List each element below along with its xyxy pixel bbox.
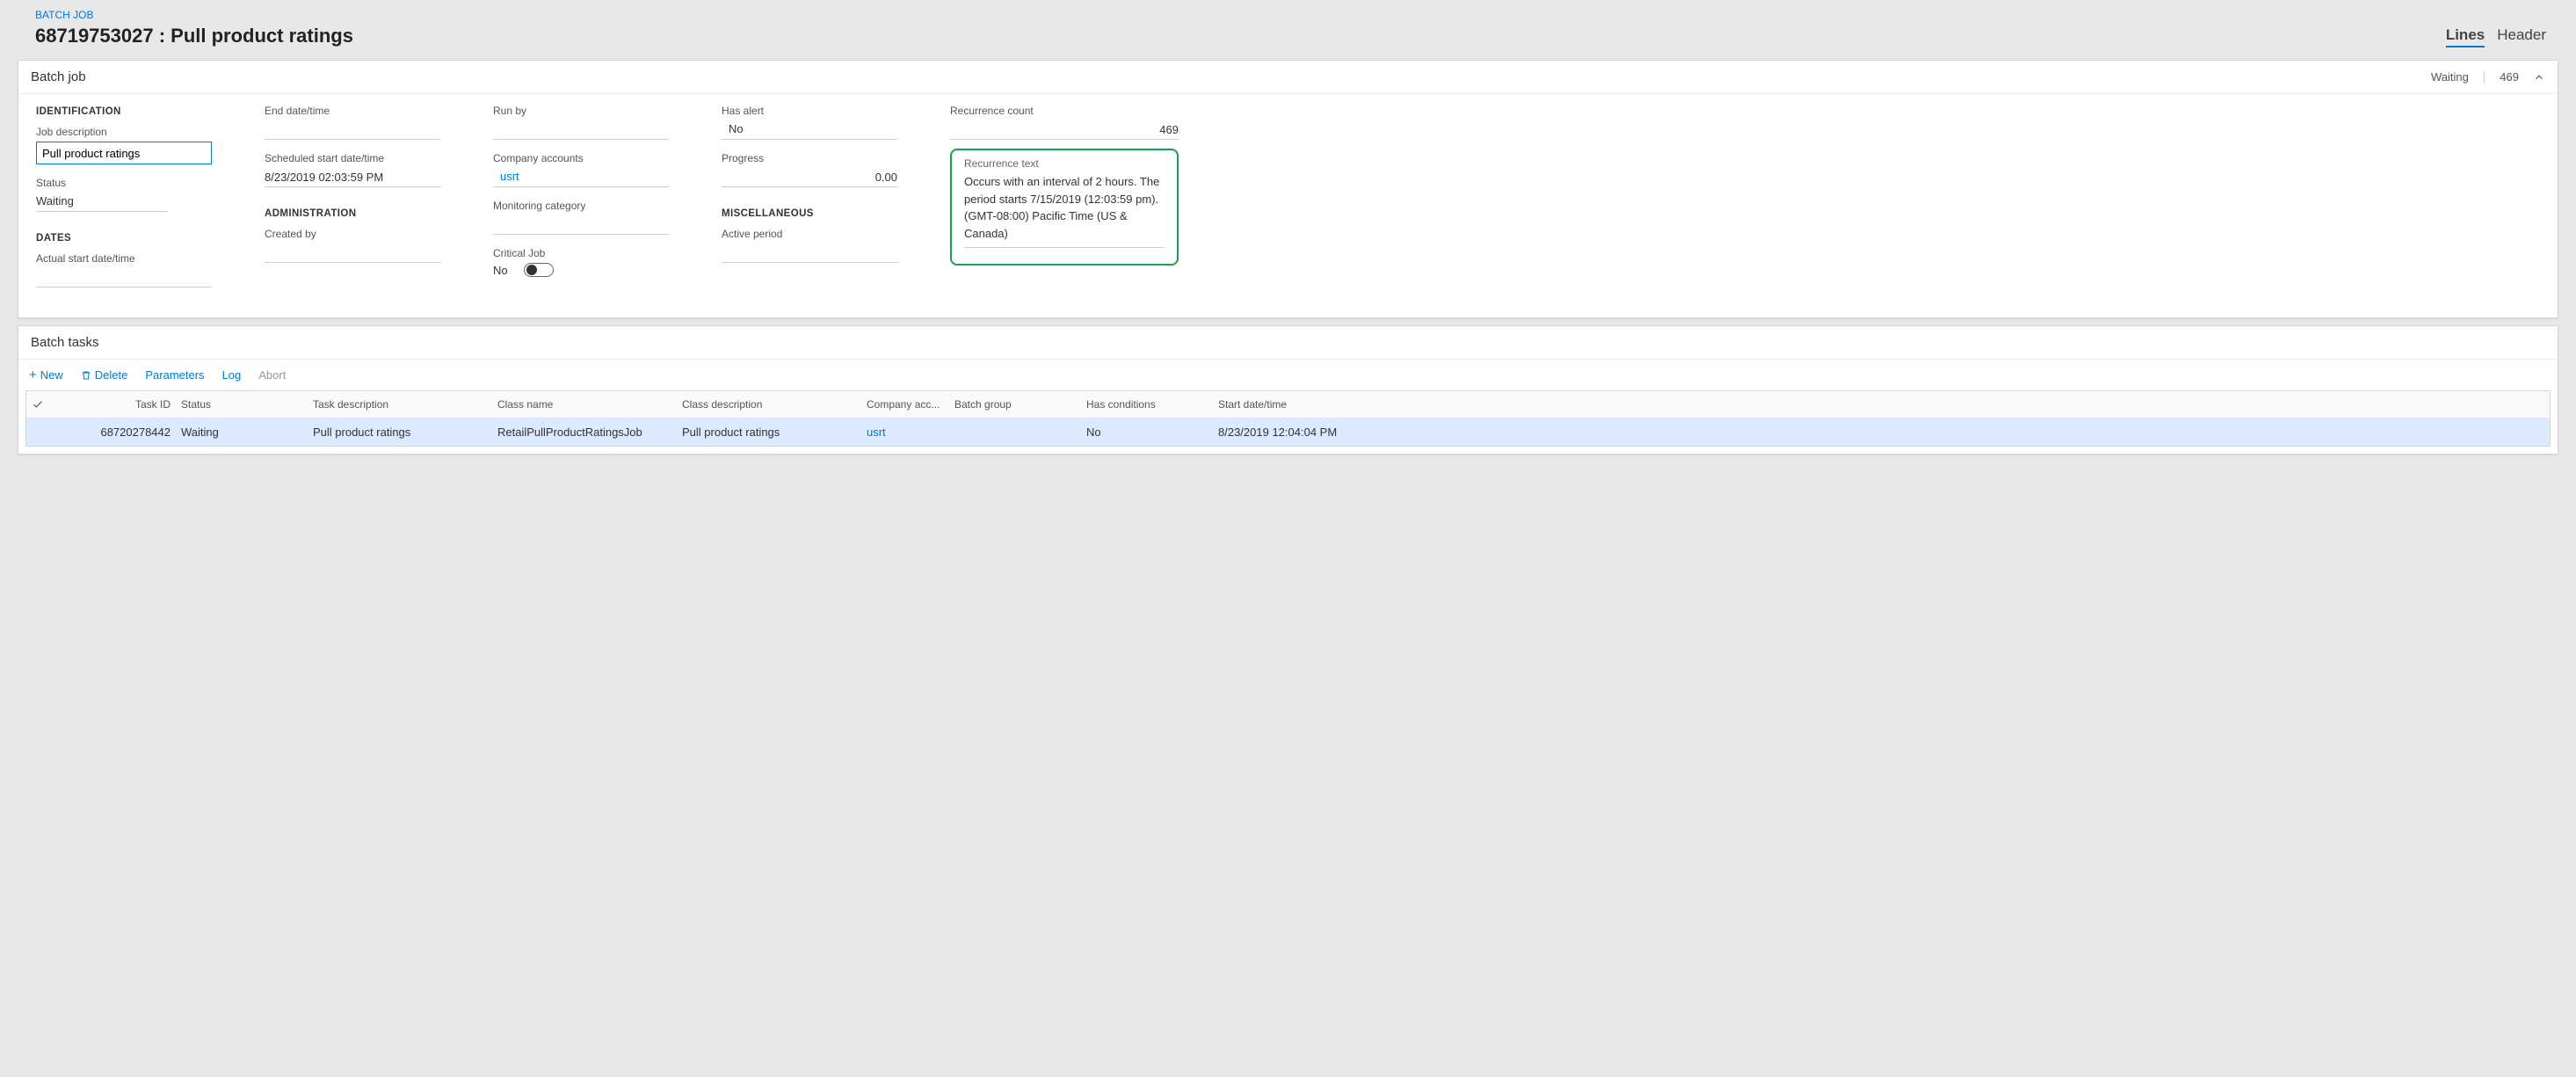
- monitoring-category-input[interactable]: [493, 215, 669, 235]
- monitoring-category-label: Monitoring category: [493, 200, 669, 212]
- run-by-label: Run by: [493, 105, 669, 117]
- plus-icon: +: [29, 368, 37, 382]
- cell-company[interactable]: usrt: [861, 418, 949, 446]
- has-alert-label: Has alert: [722, 105, 897, 117]
- col-taskid[interactable]: Task ID: [62, 391, 176, 418]
- identification-heading: IDENTIFICATION: [36, 106, 212, 117]
- company-accounts-value[interactable]: usrt: [493, 168, 669, 187]
- active-period-label: Active period: [722, 228, 897, 240]
- company-accounts-label: Company accounts: [493, 152, 669, 164]
- abort-button: Abort: [258, 368, 286, 382]
- actual-start-input[interactable]: [36, 268, 212, 287]
- critical-job-toggle[interactable]: [524, 263, 554, 277]
- filter-icon[interactable]: [943, 399, 944, 410]
- col-hascond[interactable]: Has conditions: [1081, 391, 1213, 418]
- batch-job-card: Batch job Waiting | 469 IDENTIFICATION J…: [18, 60, 2558, 318]
- cell-batchgroup: [949, 426, 1081, 440]
- cell-hascond: No: [1081, 418, 1213, 446]
- critical-job-value: No: [493, 264, 508, 277]
- run-by-input[interactable]: [493, 120, 669, 140]
- batch-job-count: 469: [2500, 70, 2519, 84]
- created-by-label: Created by: [265, 228, 440, 240]
- batch-tasks-title: Batch tasks: [31, 335, 99, 350]
- tab-lines[interactable]: Lines: [2446, 26, 2485, 47]
- end-datetime-input[interactable]: [265, 120, 440, 140]
- batch-job-status-summary: Waiting: [2431, 70, 2469, 84]
- col-startdt[interactable]: Start date/time: [1213, 391, 2550, 418]
- page-title: 68719753027 : Pull product ratings: [35, 25, 353, 47]
- has-alert-value: No: [722, 120, 897, 140]
- recurrence-text-value: Occurs with an interval of 2 hours. The …: [964, 173, 1165, 248]
- trash-icon: [81, 370, 91, 381]
- col-status[interactable]: Status: [176, 391, 308, 418]
- recurrence-count-input[interactable]: [950, 120, 1179, 140]
- scheduled-start-label: Scheduled start date/time: [265, 152, 440, 164]
- recurrence-count-label: Recurrence count: [950, 105, 1179, 117]
- grid-select-header[interactable]: [26, 391, 62, 418]
- grid-header-row: Task ID Status Task description Class na…: [26, 391, 2550, 418]
- new-button[interactable]: + New: [29, 368, 63, 382]
- administration-heading: ADMINISTRATION: [265, 208, 440, 219]
- status-label: Status: [36, 177, 212, 189]
- parameters-button[interactable]: Parameters: [145, 368, 204, 382]
- cell-startdt: 8/23/2019 12:04:04 PM: [1213, 418, 2550, 446]
- cell-classdesc: Pull product ratings: [677, 418, 861, 446]
- view-tabs: Lines Header: [2446, 26, 2546, 47]
- recurrence-highlight: Recurrence text Occurs with an interval …: [950, 149, 1179, 266]
- miscellaneous-heading: MISCELLANEOUS: [722, 208, 897, 219]
- log-button[interactable]: Log: [222, 368, 242, 382]
- batch-tasks-toolbar: + New Delete Parameters Log Abort: [25, 360, 2551, 390]
- batch-tasks-grid: Task ID Status Task description Class na…: [25, 390, 2551, 447]
- check-icon: [32, 398, 44, 411]
- job-description-input[interactable]: [36, 142, 212, 164]
- status-value: Waiting: [36, 193, 168, 212]
- end-datetime-label: End date/time: [265, 105, 440, 117]
- actual-start-label: Actual start date/time: [36, 252, 212, 265]
- cell-status: Waiting: [176, 418, 308, 446]
- cell-taskid: 68720278442: [62, 418, 176, 446]
- col-classdesc[interactable]: Class description: [677, 391, 861, 418]
- tab-header[interactable]: Header: [2497, 26, 2546, 47]
- cell-classname: RetailPullProductRatingsJob: [492, 418, 677, 446]
- col-batchgroup[interactable]: Batch group: [949, 391, 1081, 418]
- active-period-input[interactable]: [722, 244, 897, 263]
- breadcrumb[interactable]: BATCH JOB: [35, 9, 2558, 21]
- critical-job-label: Critical Job: [493, 247, 669, 259]
- batch-job-title: Batch job: [31, 69, 86, 84]
- scheduled-start-input[interactable]: [265, 168, 440, 187]
- progress-label: Progress: [722, 152, 897, 164]
- recurrence-text-label: Recurrence text: [964, 157, 1165, 170]
- table-row[interactable]: 68720278442 Waiting Pull product ratings…: [26, 418, 2550, 446]
- col-company[interactable]: Company acc...: [861, 391, 949, 418]
- job-description-label: Job description: [36, 126, 212, 138]
- dates-heading: DATES: [36, 233, 212, 244]
- progress-input[interactable]: [722, 168, 897, 187]
- batch-tasks-card: Batch tasks + New Delete Parameters Log …: [18, 325, 2558, 455]
- chevron-up-icon[interactable]: [2533, 71, 2545, 84]
- created-by-input[interactable]: [265, 244, 440, 263]
- cell-taskdesc: Pull product ratings: [308, 418, 492, 446]
- delete-button[interactable]: Delete: [81, 368, 128, 382]
- col-taskdesc[interactable]: Task description: [308, 391, 492, 418]
- col-classname[interactable]: Class name: [492, 391, 677, 418]
